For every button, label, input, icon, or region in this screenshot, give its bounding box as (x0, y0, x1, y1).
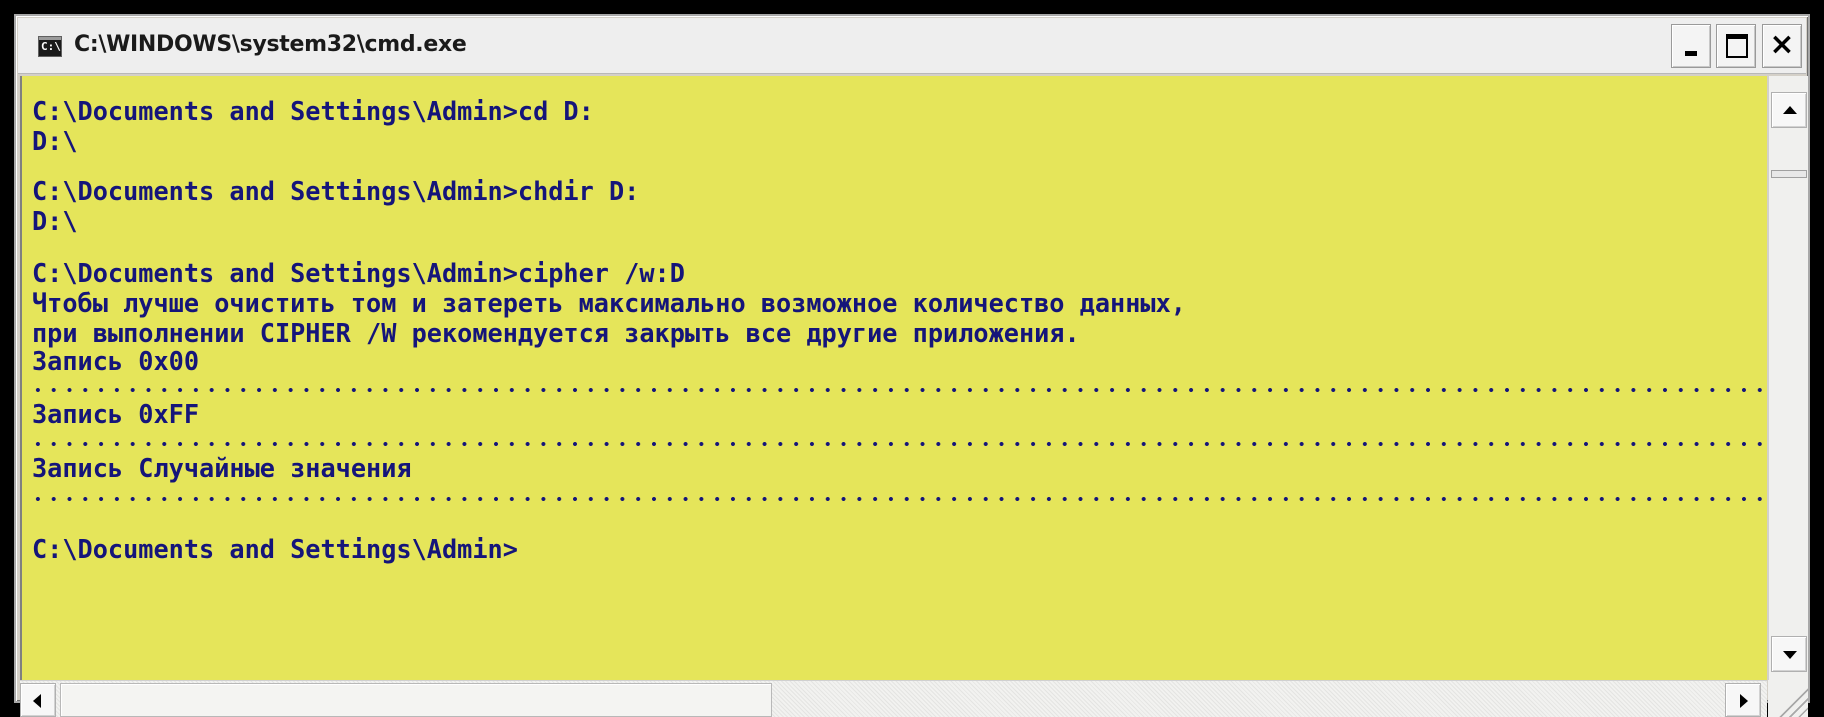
resize-grip-icon[interactable] (1768, 680, 1808, 717)
progress-dots (30, 388, 1767, 392)
scroll-right-button[interactable] (1725, 683, 1761, 717)
arrow-down-icon (1783, 651, 1797, 659)
vertical-scroll-thumb[interactable] (1771, 170, 1807, 178)
console-line: C:\Documents and Settings\Admin>cipher /… (32, 259, 685, 289)
close-icon: × (1769, 27, 1795, 62)
console-line: D:\ (32, 127, 78, 157)
maximize-icon (1726, 34, 1748, 58)
vertical-scrollbar[interactable] (1768, 76, 1808, 680)
console-output[interactable]: C:\Documents and Settings\Admin>cd D: D:… (20, 76, 1767, 680)
scroll-left-button[interactable] (20, 683, 56, 717)
horizontal-scrollbar[interactable] (20, 680, 1767, 717)
close-button[interactable]: × (1762, 24, 1802, 68)
minimize-icon (1685, 51, 1697, 56)
console-line: C:\Documents and Settings\Admin>chdir D: (32, 177, 640, 207)
progress-dots (30, 442, 1767, 446)
console-line: Запись Случайные значения (32, 454, 412, 484)
console-line: Запись 0xFF (32, 400, 200, 430)
minimize-button[interactable] (1671, 24, 1711, 68)
window-title: C:\WINDOWS\system32\cmd.exe (74, 32, 467, 57)
arrow-up-icon (1783, 106, 1797, 114)
scroll-up-button[interactable] (1771, 92, 1807, 128)
console-line: C:\Documents and Settings\Admin>cd D: (32, 97, 594, 127)
arrow-left-icon (33, 694, 41, 708)
console-app-icon[interactable]: C:\ (38, 36, 62, 57)
progress-dots (30, 497, 1767, 501)
console-line: D:\ (32, 207, 78, 237)
console-line: Чтобы лучше очистить том и затереть макс… (32, 289, 1186, 319)
console-prompt: C:\Documents and Settings\Admin> (32, 535, 518, 565)
cmd-window: C:\ C:\WINDOWS\system32\cmd.exe × C:\Doc… (14, 14, 1810, 717)
console-line: Запись 0x00 (32, 347, 200, 377)
horizontal-scroll-thumb[interactable] (60, 683, 772, 717)
arrow-right-icon (1740, 694, 1748, 708)
scroll-down-button[interactable] (1771, 636, 1807, 672)
title-bar[interactable]: C:\ C:\WINDOWS\system32\cmd.exe × (18, 18, 1806, 74)
maximize-button[interactable] (1716, 24, 1756, 68)
